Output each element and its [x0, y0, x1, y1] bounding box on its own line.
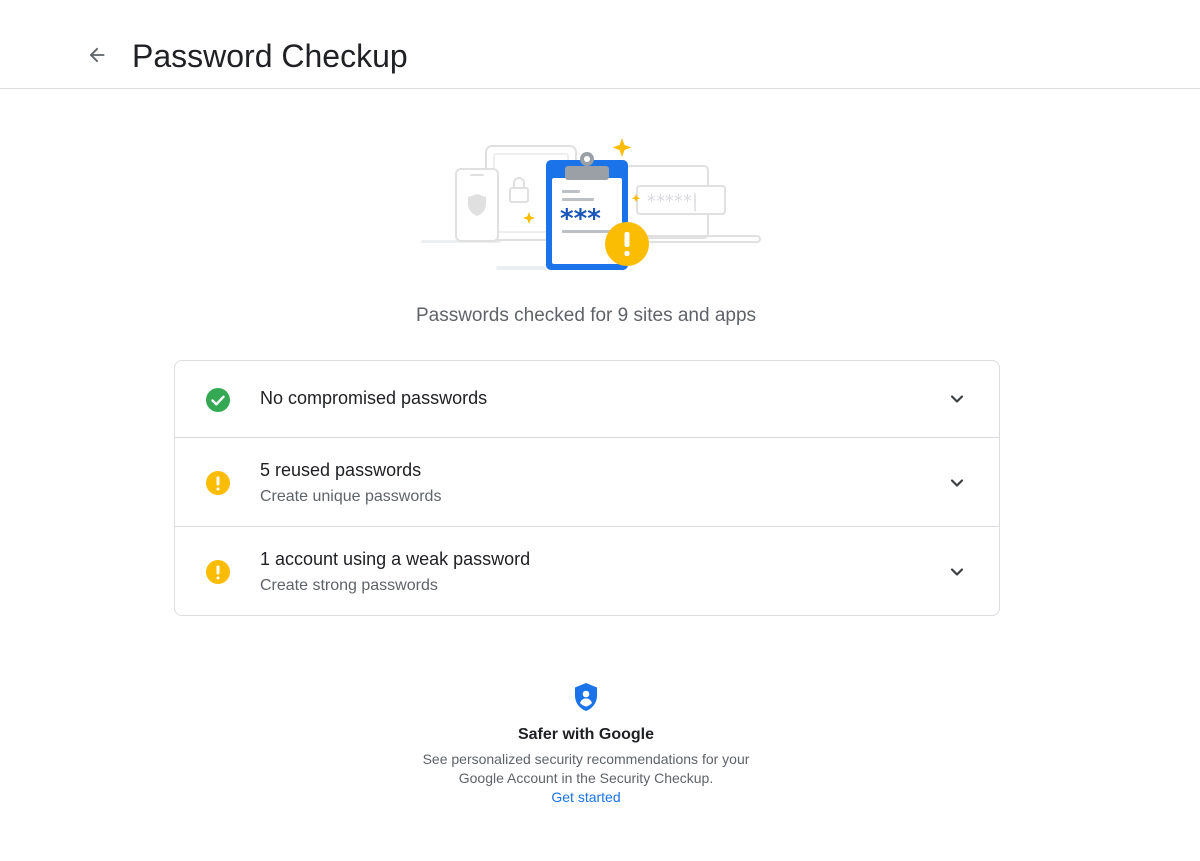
chevron-down-icon[interactable] — [947, 473, 967, 493]
compromised-passwords-row[interactable]: No compromised passwords — [175, 361, 999, 438]
back-button[interactable] — [80, 38, 114, 72]
row-title: 5 reused passwords — [260, 460, 422, 480]
promo-title: Safer with Google — [517, 726, 654, 743]
row-title: 1 account using a weak password — [260, 549, 531, 569]
arrow-back-icon — [89, 47, 105, 63]
row-title: No compromised passwords — [260, 388, 488, 408]
chevron-down-icon[interactable] — [947, 389, 967, 409]
row-subtitle: Create unique passwords — [260, 488, 442, 505]
page-title: Password Checkup — [132, 38, 408, 74]
row-subtitle: Create strong passwords — [260, 577, 438, 594]
masked-field-text: *****| — [647, 191, 698, 212]
warning-circle-icon — [206, 471, 230, 495]
page-header: Password Checkup — [0, 0, 1200, 89]
weak-passwords-row[interactable]: 1 account using a weak password Create s… — [175, 527, 999, 615]
reused-passwords-row[interactable]: 5 reused passwords Create unique passwor… — [175, 438, 999, 527]
chevron-down-icon[interactable] — [947, 562, 967, 582]
warning-circle-icon — [206, 560, 230, 584]
shield-person-icon — [575, 683, 597, 711]
check-circle-icon — [206, 388, 230, 412]
password-checkup-illustration: *****| *** — [416, 134, 766, 274]
summary-text: Passwords checked for 9 sites and apps — [415, 305, 757, 326]
security-checkup-promo: Safer with Google See personalized secur… — [0, 682, 1172, 807]
results-card: No compromised passwords 5 reused passwo… — [174, 360, 1000, 616]
masked-password-text: *** — [560, 204, 601, 234]
get-started-link[interactable]: Get started — [551, 789, 620, 805]
promo-description: See personalized security recommendation… — [422, 751, 750, 786]
